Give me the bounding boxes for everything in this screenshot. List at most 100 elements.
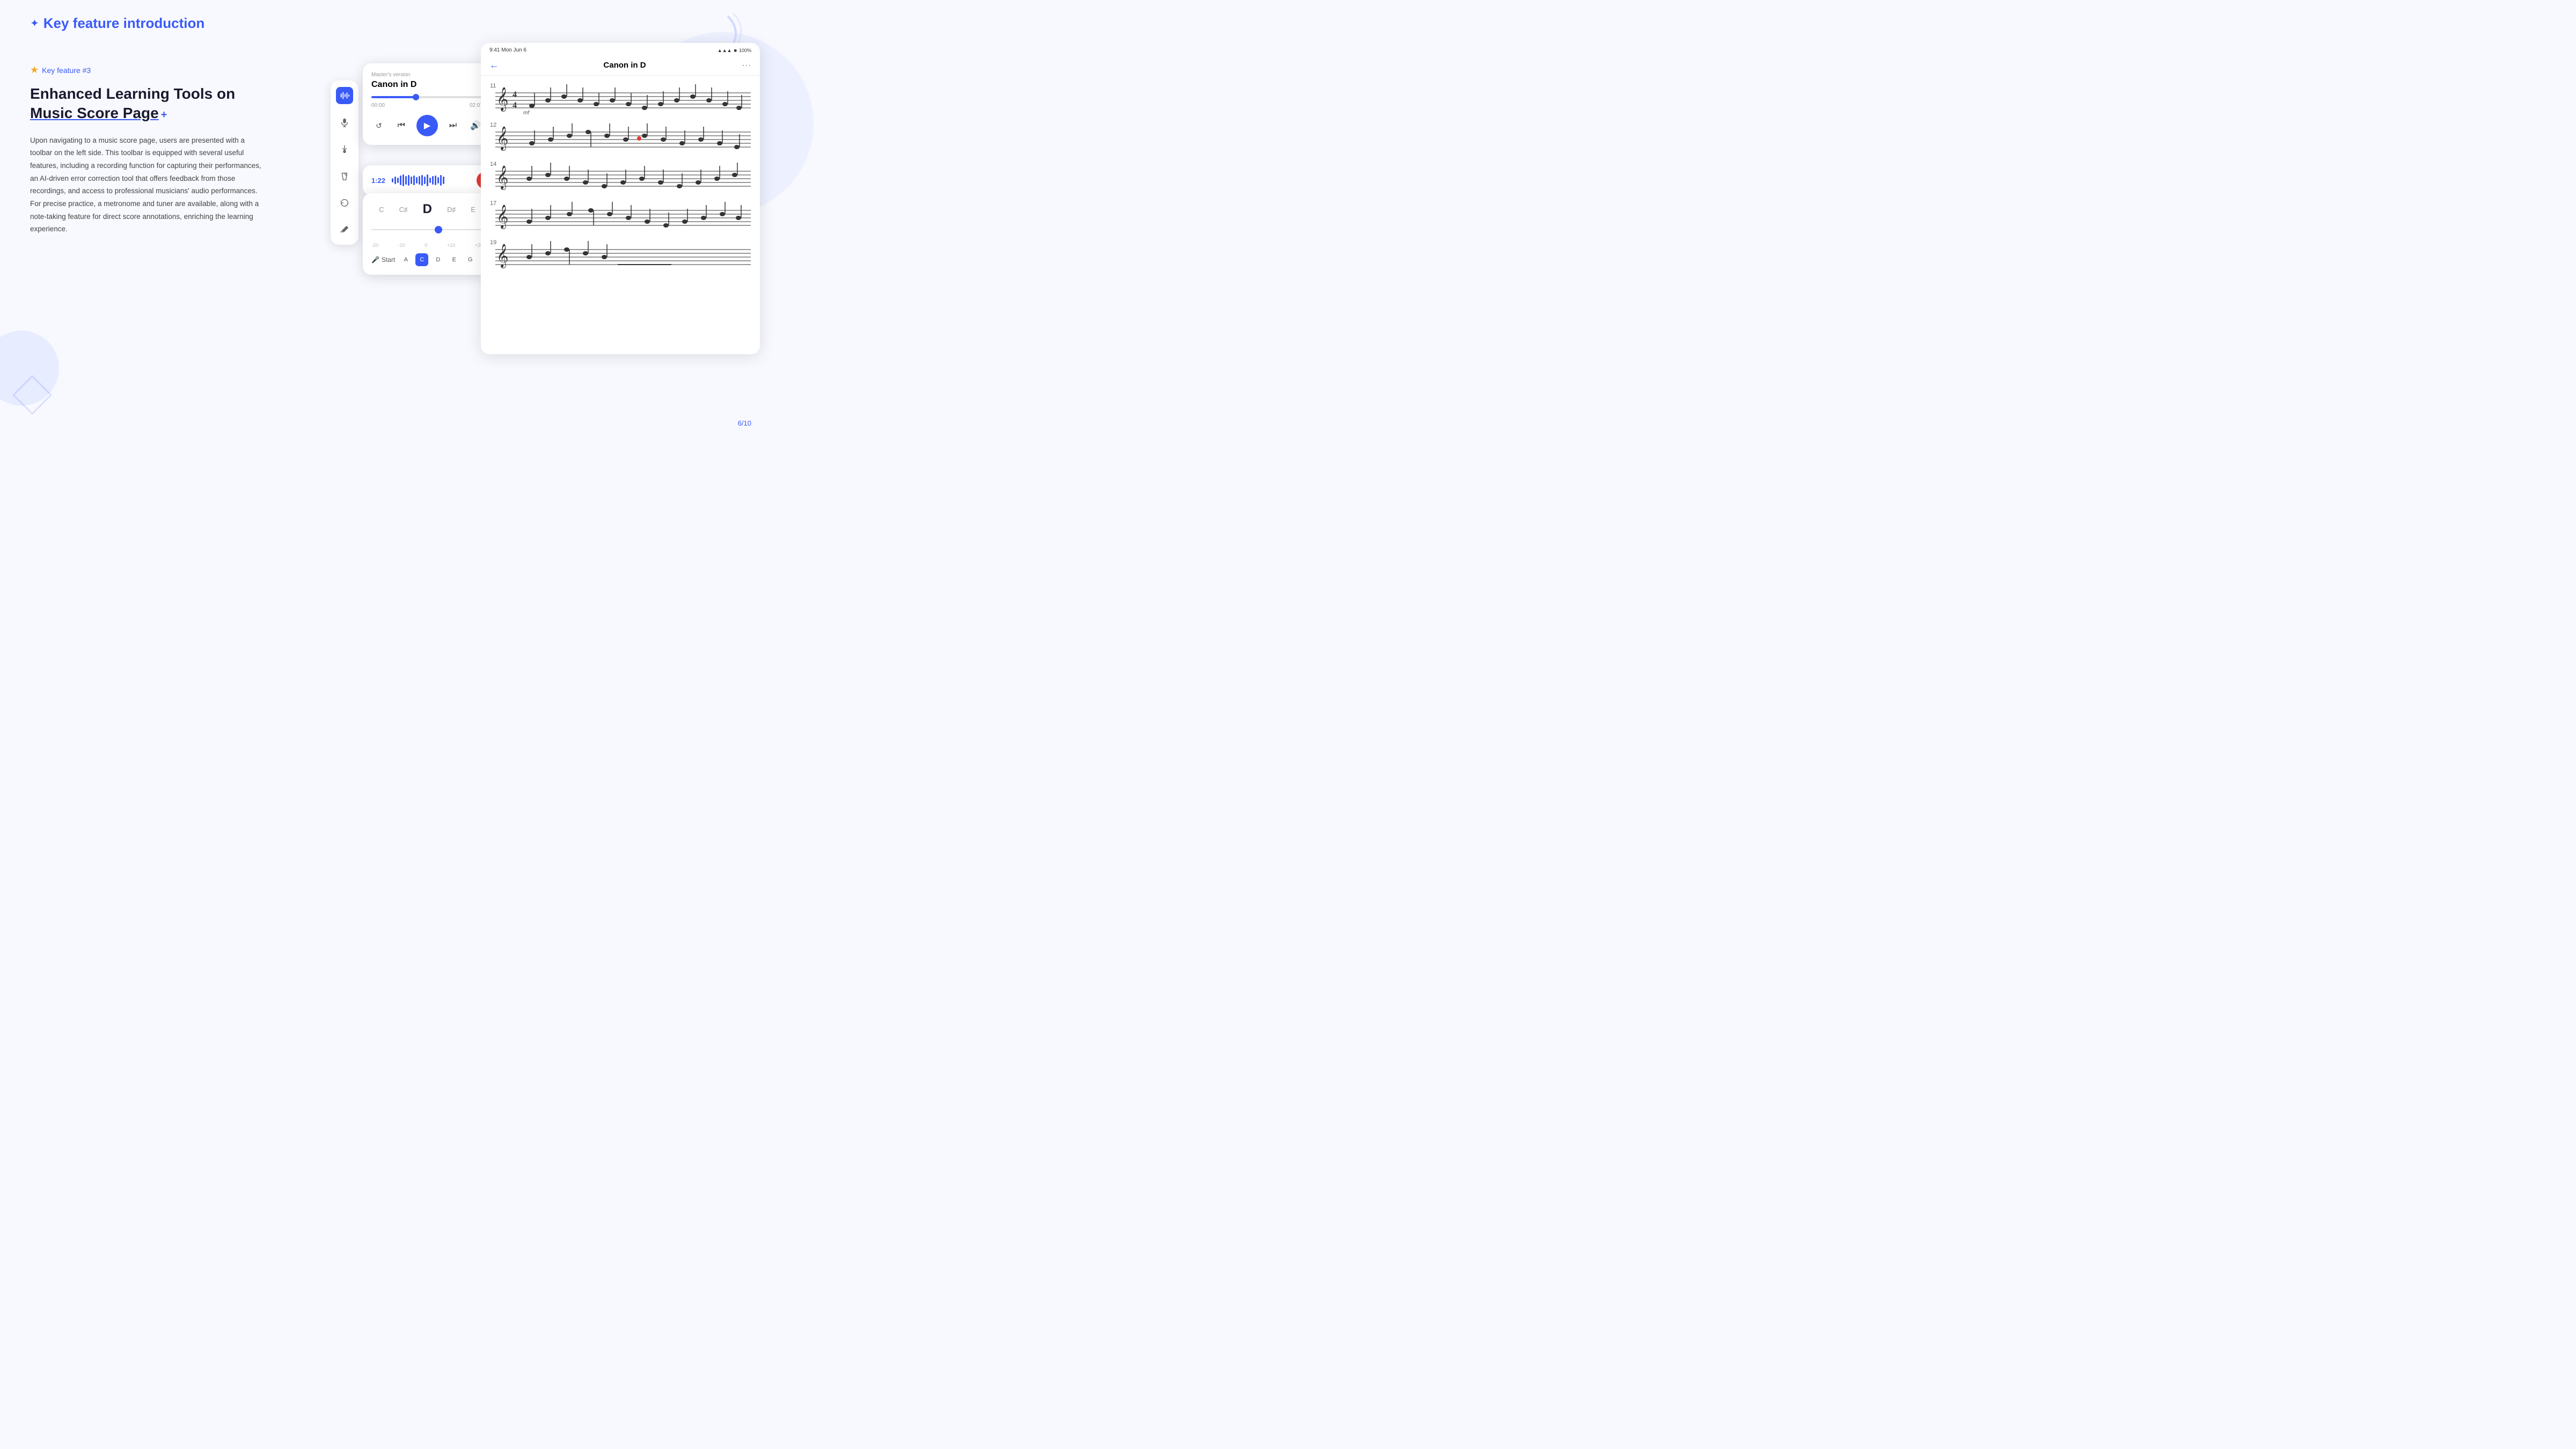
score-panel: 9:41 Mon Jun 6 ▲▲▲ ■ 100% ← Canon in D ·… <box>481 43 760 354</box>
feature-title-line2: Music Score Page+ <box>30 105 167 121</box>
tuner-note-csharp: C♯ <box>399 206 408 214</box>
svg-text:mf: mf <box>523 110 530 116</box>
scale-mark-pos10: +10 <box>447 243 455 248</box>
tuner-scale <box>371 223 483 236</box>
wave-bar <box>392 178 393 182</box>
tuner-note-d-active: D <box>423 202 432 217</box>
badge-star-icon: ★ <box>30 64 39 76</box>
feature-description: Upon navigating to a music score page, u… <box>30 134 266 236</box>
tuner-key-d[interactable]: D <box>431 253 444 266</box>
tuner-notes-display: C C♯ D D♯ E <box>371 202 483 217</box>
wave-bar <box>394 177 396 184</box>
status-time: 9:41 Mon Jun 6 <box>489 47 526 53</box>
wave-bar <box>427 174 428 186</box>
scale-mark-neg20: -20 <box>371 243 378 248</box>
wave-bar <box>432 176 434 185</box>
page-number: 6/10 <box>738 419 751 427</box>
tuner-note-e: E <box>471 206 475 214</box>
more-options-button[interactable]: ··· <box>742 60 751 71</box>
right-content: 9:41 Mon Jun 6 ▲▲▲ ■ 100% ← Canon in D ·… <box>331 27 760 402</box>
toolbar-metronome-button[interactable] <box>336 167 353 185</box>
tuner-note-c: C <box>379 206 384 214</box>
left-content: ★ Key feature #3 Enhanced Learning Tools… <box>30 64 266 236</box>
recording-time: 1:22 <box>371 177 385 185</box>
badge-text: Key feature #3 <box>42 66 91 75</box>
scale-mark-neg10: -10 <box>398 243 405 248</box>
svg-text:17: 17 <box>490 200 496 207</box>
wave-bar <box>443 177 444 184</box>
tuner-key-e[interactable]: E <box>448 253 460 266</box>
wave-bar <box>416 177 418 184</box>
start-label: Start <box>382 256 395 264</box>
tuner-card: ✕ C C♯ D D♯ E -20 -10 0 +10 +20 🎤 Start <box>363 193 492 275</box>
svg-text:11: 11 <box>490 83 496 89</box>
player-title: Canon in D <box>371 80 483 90</box>
wave-bar <box>421 175 423 186</box>
toolbar-panel <box>331 80 358 245</box>
key-feature-badge: ★ Key feature #3 <box>30 64 266 76</box>
tuner-scale-marks: -20 -10 0 +10 +20 <box>371 243 483 248</box>
status-icons: ▲▲▲ ■ 100% <box>718 48 751 53</box>
rewind-button[interactable]: ⏮ <box>394 118 409 133</box>
player-progress-bar[interactable] <box>371 96 483 98</box>
tuner-key-g[interactable]: G <box>464 253 477 266</box>
svg-text:19: 19 <box>490 239 496 246</box>
recording-waveform <box>392 174 470 187</box>
wave-bar <box>429 178 431 183</box>
player-times: 00:00 02:07 <box>371 103 483 108</box>
player-progress-fill <box>371 96 416 98</box>
wifi-icon: ▲▲▲ <box>718 48 732 53</box>
tuner-key-buttons: A C D E G <box>399 253 477 266</box>
forward-button[interactable]: ⏭ <box>445 118 460 133</box>
svg-text:12: 12 <box>490 122 496 128</box>
score-content: 11 𝄞 4 4 mf <box>481 76 760 280</box>
bg-diamond-decoration <box>11 374 54 416</box>
wave-bar <box>424 177 426 184</box>
player-current-time: 00:00 <box>371 103 385 108</box>
wave-bar <box>440 175 442 186</box>
feature-title: Enhanced Learning Tools on Music Score P… <box>30 84 266 123</box>
tuner-key-c[interactable]: C <box>415 253 428 266</box>
tuner-start-button[interactable]: 🎤 Start <box>371 256 395 264</box>
scale-mark-0: 0 <box>425 243 427 248</box>
tuner-note-dsharp: D♯ <box>447 206 456 214</box>
page-title: Key feature introduction <box>43 15 204 32</box>
wave-bar <box>437 177 439 184</box>
score-title: Canon in D <box>508 61 742 70</box>
microphone-icon: 🎤 <box>371 256 379 264</box>
toolbar-tuner-button[interactable] <box>336 141 353 158</box>
player-controls: ↺ ⏮ ▶ ⏭ 🔊 <box>371 115 483 136</box>
score-nav-bar: ← Canon in D ··· <box>481 57 760 76</box>
staff-5: 19 𝄞 <box>487 237 753 273</box>
staff-3: 14 𝄞 <box>487 158 753 195</box>
svg-text:4: 4 <box>513 101 517 110</box>
tuner-key-a[interactable]: A <box>399 253 412 266</box>
wave-bar <box>408 175 409 186</box>
header-star-icon: ✦ <box>30 17 39 30</box>
audio-player-card: ✕ Master's version Canon in D 00:00 02:0… <box>363 63 492 145</box>
toolbar-history-button[interactable] <box>336 194 353 211</box>
battery-icon: ■ <box>734 48 737 53</box>
wave-bar <box>402 174 404 186</box>
replay-button[interactable]: ↺ <box>371 118 386 133</box>
tuner-indicator <box>435 226 442 233</box>
toolbar-notes-button[interactable] <box>336 221 353 238</box>
staff-2: 12 𝄞 <box>487 119 753 156</box>
battery-percent: 100% <box>739 48 751 53</box>
staff-1: 11 𝄞 4 4 mf <box>487 80 753 116</box>
toolbar-microphone-button[interactable] <box>336 114 353 131</box>
toolbar-waveform-button[interactable] <box>336 87 353 104</box>
tuner-controls-row: 🎤 Start A C D E G <box>371 253 483 266</box>
player-label: Master's version <box>371 72 483 78</box>
wave-bar <box>419 176 420 185</box>
page-header: ✦ Key feature introduction <box>30 15 204 32</box>
status-bar: 9:41 Mon Jun 6 ▲▲▲ ■ 100% <box>481 43 760 57</box>
wave-bar <box>413 175 415 185</box>
svg-text:14: 14 <box>490 161 496 167</box>
player-progress-handle[interactable] <box>413 94 419 100</box>
wave-bar <box>411 177 412 184</box>
play-button[interactable]: ▶ <box>416 115 438 136</box>
back-button[interactable]: ← <box>489 60 499 71</box>
wave-bar <box>397 178 399 183</box>
tuner-scale-bar <box>371 229 483 230</box>
